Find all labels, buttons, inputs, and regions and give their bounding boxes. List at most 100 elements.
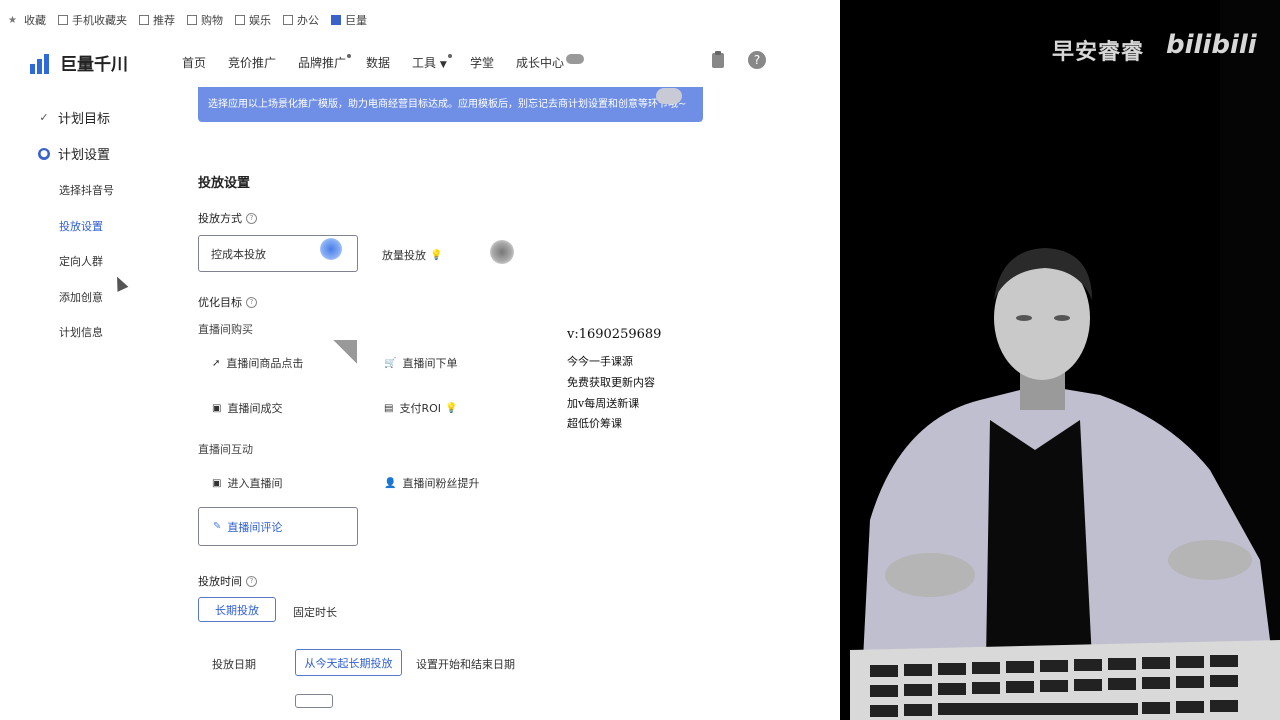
bilibili-logo: bilibili: [1166, 30, 1257, 60]
nav-academy[interactable]: 学堂: [470, 54, 494, 71]
option-label: 支付ROI: [399, 402, 441, 415]
new-dot-icon: [447, 54, 452, 58]
opt-enter-live[interactable]: ▣ 进入直播间: [212, 475, 282, 491]
mouse-cursor-icon: [111, 274, 129, 292]
bulb-icon: 💡: [430, 249, 443, 261]
new-dot-icon: [347, 54, 352, 58]
grid-icon: [139, 15, 149, 25]
help-icon[interactable]: ?: [747, 50, 767, 70]
nav-brand[interactable]: 品牌推广: [298, 54, 352, 71]
recommend-tag-icon: [333, 340, 357, 364]
sidebar-item-delivery-settings[interactable]: 投放设置: [59, 218, 103, 234]
bookmark-item[interactable]: 娱乐: [235, 12, 271, 28]
highlight-icon: [320, 238, 342, 260]
overlay-line: 今今一手课源: [567, 355, 633, 368]
option-label: 直播间下单: [402, 357, 458, 370]
bulb-icon: 💡: [445, 402, 458, 414]
group-live-interaction: 直播间互动: [198, 443, 253, 456]
sidebar-item-creative[interactable]: 添加创意: [59, 289, 103, 305]
nav-growth[interactable]: 成长中心: [516, 54, 585, 71]
bookmark-label: 推荐: [153, 14, 175, 27]
logo[interactable]: 巨量千川: [30, 50, 128, 75]
template-banner: 选择应用以上场景化推广模版，助力电商经营目标达成。应用模板后，别忘记去商计划设置…: [198, 87, 703, 122]
bookmark-label: 购物: [201, 14, 223, 27]
delivery-time-label: 投放时间?: [198, 573, 257, 589]
opt-product-click[interactable]: ➚ 直播间商品点击: [212, 355, 303, 371]
sidebar-item-targeting[interactable]: 定向人群: [59, 253, 103, 269]
bookmark-item[interactable]: 推荐: [139, 12, 175, 28]
help-circle-icon[interactable]: ?: [246, 575, 257, 587]
delivery-method-label: 投放方式?: [198, 210, 257, 226]
bookmark-item[interactable]: 巨量: [331, 12, 367, 28]
opt-live-comment[interactable]: ✎ 直播间评论: [198, 507, 358, 546]
label-text: 优化目标: [198, 296, 242, 309]
nav-home[interactable]: 首页: [182, 54, 206, 71]
delivery-option-volume[interactable]: 放量投放 💡: [382, 247, 442, 263]
help-circle-icon[interactable]: ?: [246, 296, 257, 308]
check-icon: ✓: [39, 111, 49, 124]
bookmark-item[interactable]: 手机收藏夹: [58, 12, 127, 28]
partial-field[interactable]: [295, 694, 333, 708]
bookmark-item[interactable]: 办公: [283, 12, 319, 28]
bookmark-item[interactable]: 购物: [187, 12, 223, 28]
sidebar-item-plan-info[interactable]: 计划信息: [59, 324, 103, 340]
option-label: 控成本投放: [211, 247, 266, 261]
sidebar-step-label: 计划设置: [58, 148, 111, 163]
close-icon[interactable]: [656, 88, 682, 104]
option-label: 直播间评论: [227, 520, 283, 534]
grid-icon: [283, 15, 293, 25]
nav-data[interactable]: 数据: [366, 54, 390, 71]
overlay-line: 免费获取更新内容: [567, 376, 655, 389]
watermark-text: 早安睿睿: [1052, 40, 1145, 65]
opt-live-order[interactable]: 🛒 直播间下单: [384, 355, 457, 371]
opt-fans-growth[interactable]: 👤 直播间粉丝提升: [384, 475, 479, 491]
label-text: 投放方式: [198, 212, 242, 225]
label-text: 投放时间: [198, 575, 242, 588]
date-set-range-button[interactable]: 设置开始和结束日期: [416, 656, 515, 672]
date-from-today-button[interactable]: 从今天起长期投放: [295, 649, 402, 676]
sidebar-step-label: 计划目标: [58, 112, 111, 127]
phone-icon: [58, 15, 68, 25]
clipboard-icon[interactable]: [708, 50, 728, 70]
nav-tools-label: 工具: [412, 56, 437, 70]
overlay-contact: v:1690259689: [567, 327, 662, 342]
opt-live-deal[interactable]: ▣ 直播间成交: [212, 400, 282, 416]
nav-tools[interactable]: 工具 ▼: [412, 54, 452, 71]
bookmark-label: 巨量: [345, 14, 367, 27]
help-circle-icon[interactable]: ?: [246, 212, 257, 224]
logo-text: 巨量千川: [60, 55, 128, 75]
roi-icon: ▤: [384, 402, 394, 414]
comment-icon: ✎: [213, 521, 222, 532]
user-plus-icon: 👤: [384, 477, 397, 489]
option-label: 直播间成交: [227, 402, 283, 415]
option-label: 直播间粉丝提升: [402, 477, 480, 490]
chevron-down-icon: ▼: [439, 60, 447, 70]
star-icon: ★: [8, 15, 17, 26]
highlight-icon: [490, 240, 514, 264]
option-label: 进入直播间: [227, 477, 283, 490]
app-window: ★ 收藏 手机收藏夹 推荐 购物 娱乐 办公 巨量 巨量千川 首页 竞价推广 品牌推广 数据 …: [0, 0, 840, 720]
grid-icon: [187, 15, 197, 25]
bookmark-item[interactable]: ★ 收藏: [8, 12, 46, 28]
sidebar-step-plan-settings[interactable]: ● 计划设置: [38, 144, 110, 163]
nav-brand-label: 品牌推广: [298, 56, 347, 70]
option-label: 放量投放: [382, 249, 426, 262]
opt-pay-roi[interactable]: ▤ 支付ROI 💡: [384, 400, 457, 416]
bookmark-label: 办公: [297, 14, 319, 27]
webcam-video: [840, 0, 1280, 720]
option-label: 直播间商品点击: [226, 357, 304, 370]
nav-growth-label: 成长中心: [516, 56, 565, 70]
sidebar-step-plan-goal[interactable]: ✓ 计划目标: [38, 108, 110, 127]
group-live-purchase: 直播间购买: [198, 323, 253, 336]
sidebar-item-douyin-account[interactable]: 选择抖音号: [59, 182, 114, 198]
overlay-line: 超低价筹课: [567, 417, 622, 430]
time-long-term-button[interactable]: 长期投放: [198, 597, 276, 622]
bookmark-label: 手机收藏夹: [72, 14, 127, 27]
delivery-date-label: 投放日期: [212, 658, 256, 671]
time-fixed-button[interactable]: 固定时长: [293, 604, 337, 620]
step-active-icon: ●: [38, 147, 50, 160]
cursor-click-icon: ➚: [212, 357, 221, 369]
section-title: 投放设置: [198, 176, 251, 191]
nav-bidding[interactable]: 竞价推广: [228, 54, 276, 71]
svg-text:?: ?: [754, 53, 760, 67]
